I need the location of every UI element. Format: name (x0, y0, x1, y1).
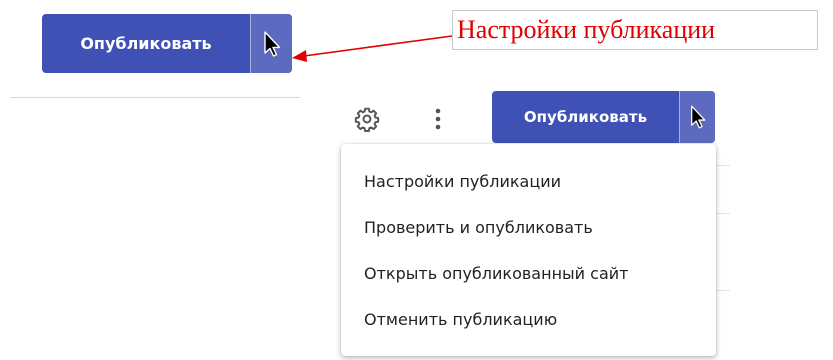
background-line (716, 213, 730, 214)
publish-split-button[interactable]: Опубликовать (492, 91, 715, 143)
settings-glyph (354, 107, 380, 132)
mouse-cursor-icon (263, 30, 280, 57)
mouse-cursor-icon (690, 105, 705, 129)
dots-glyph (435, 108, 441, 130)
background-line (716, 165, 730, 166)
publish-dropdown-toggle[interactable] (251, 14, 292, 73)
callout-label: Настройки публикации (452, 10, 818, 50)
publish-button[interactable]: Опубликовать (492, 91, 679, 143)
background-line (716, 290, 730, 291)
menu-item-unpublish[interactable]: Отменить публикацию (341, 296, 716, 342)
menu-item-view-published-site[interactable]: Открыть опубликованный сайт (341, 250, 716, 296)
callout-text: Настройки публикации (457, 15, 716, 44)
publish-options-menu: Настройки публикации Проверить и опублик… (341, 144, 716, 356)
gear-icon[interactable] (350, 102, 384, 136)
divider (10, 97, 300, 98)
publish-split-button-top[interactable]: Опубликовать (42, 14, 292, 73)
publish-button[interactable]: Опубликовать (42, 14, 250, 73)
menu-item-publish-settings[interactable]: Настройки публикации (341, 158, 716, 204)
more-vert-icon[interactable] (424, 102, 452, 136)
publish-dropdown-toggle[interactable] (680, 91, 715, 143)
menu-item-review-and-publish[interactable]: Проверить и опубликовать (341, 204, 716, 250)
